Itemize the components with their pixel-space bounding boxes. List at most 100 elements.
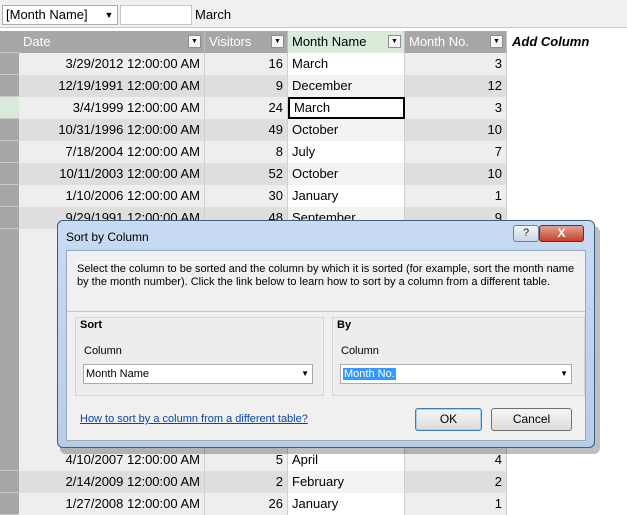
month-no-cell[interactable]: 3: [405, 97, 507, 119]
name-box[interactable]: [Month Name] ▼: [2, 5, 118, 25]
date-cell[interactable]: 3/4/1999 12:00:00 AM: [19, 97, 205, 119]
column-header-label: Date: [23, 34, 51, 49]
row-header[interactable]: [0, 207, 19, 229]
date-cell[interactable]: 10/11/2003 12:00:00 AM: [19, 163, 205, 185]
month-no-cell[interactable]: 10: [405, 163, 507, 185]
formula-bar-spacer: [120, 5, 192, 25]
dialog-title: Sort by Column: [66, 230, 149, 244]
month-name-cell[interactable]: March: [288, 53, 405, 75]
filter-dropdown-icon[interactable]: ▼: [188, 35, 201, 48]
month-name-cell[interactable]: October: [288, 119, 405, 141]
add-column-header[interactable]: Add Column: [507, 31, 627, 53]
table-row[interactable]: 1/27/2008 12:00:00 AM 26 January 1: [19, 493, 507, 515]
visitors-cell[interactable]: 9: [205, 75, 288, 97]
month-name-cell[interactable]: October: [288, 163, 405, 185]
sort-column-label: Column: [84, 345, 122, 357]
formula-input[interactable]: March: [192, 5, 625, 25]
month-name-cell[interactable]: January: [288, 493, 405, 515]
sort-by-column-dialog: Sort by Column ? X Select the column to …: [57, 220, 595, 448]
by-column-select[interactable]: Month No. ▼: [340, 364, 572, 384]
table-row[interactable]: 3/4/1999 12:00:00 AM 24 March 3: [19, 97, 507, 119]
month-no-cell[interactable]: 1: [405, 185, 507, 207]
visitors-cell[interactable]: 26: [205, 493, 288, 515]
month-no-cell[interactable]: 12: [405, 75, 507, 97]
table-row[interactable]: 10/11/2003 12:00:00 AM 52 October 10: [19, 163, 507, 185]
sort-panel-title: Sort: [80, 319, 102, 331]
help-icon[interactable]: ?: [513, 225, 539, 242]
column-header-label: Visitors: [209, 34, 252, 49]
month-no-cell[interactable]: 10: [405, 119, 507, 141]
filter-dropdown-icon[interactable]: ▼: [490, 35, 503, 48]
table-row[interactable]: 3/29/2012 12:00:00 AM 16 March 3: [19, 53, 507, 75]
month-name-cell[interactable]: January: [288, 185, 405, 207]
dialog-titlebar[interactable]: Sort by Column ? X: [58, 221, 594, 249]
cancel-button[interactable]: Cancel: [491, 408, 572, 431]
visitors-cell[interactable]: 8: [205, 141, 288, 163]
month-no-cell[interactable]: 3: [405, 53, 507, 75]
dialog-description: Select the column to be sorted and the c…: [77, 262, 577, 302]
month-no-cell[interactable]: 1: [405, 493, 507, 515]
dialog-body: Select the column to be sorted and the c…: [66, 250, 586, 441]
date-cell[interactable]: 3/29/2012 12:00:00 AM: [19, 53, 205, 75]
sort-panel: Sort Column Month Name ▼: [75, 317, 324, 396]
by-panel: By Column Month No. ▼: [332, 317, 585, 396]
row-header[interactable]: [0, 53, 19, 75]
row-header[interactable]: [0, 471, 19, 493]
column-header-month-name[interactable]: Month Name ▼: [288, 31, 405, 53]
month-name-cell[interactable]: July: [288, 141, 405, 163]
visitors-cell[interactable]: 24: [205, 97, 288, 119]
row-header[interactable]: [0, 97, 19, 119]
filter-dropdown-icon[interactable]: ▼: [388, 35, 401, 48]
dropdown-arrow-icon[interactable]: ▼: [560, 365, 568, 383]
visitors-cell[interactable]: 16: [205, 53, 288, 75]
sort-column-select[interactable]: Month Name ▼: [83, 364, 313, 384]
visitors-cell[interactable]: 49: [205, 119, 288, 141]
row-header[interactable]: [0, 119, 19, 141]
column-header-visitors[interactable]: Visitors ▼: [205, 31, 288, 53]
dropdown-arrow-icon[interactable]: ▼: [101, 6, 117, 24]
date-cell[interactable]: 12/19/1991 12:00:00 AM: [19, 75, 205, 97]
sort-column-value: Month Name: [86, 368, 149, 380]
active-month-name-cell[interactable]: March: [288, 97, 405, 119]
table-row[interactable]: 2/14/2009 12:00:00 AM 2 February 2: [19, 471, 507, 493]
date-cell[interactable]: 7/18/2004 12:00:00 AM: [19, 141, 205, 163]
select-all-corner[interactable]: [0, 31, 19, 53]
by-column-value: Month No.: [343, 368, 396, 380]
month-no-cell[interactable]: 7: [405, 141, 507, 163]
month-name-cell[interactable]: February: [288, 471, 405, 493]
row-header[interactable]: [0, 75, 19, 97]
close-icon[interactable]: X: [539, 225, 584, 242]
filter-dropdown-icon[interactable]: ▼: [271, 35, 284, 48]
row-header[interactable]: [0, 163, 19, 185]
date-cell[interactable]: 1/10/2006 12:00:00 AM: [19, 185, 205, 207]
row-header[interactable]: [0, 449, 19, 471]
visitors-cell[interactable]: 2: [205, 471, 288, 493]
ok-button[interactable]: OK: [415, 408, 482, 431]
row-header[interactable]: [0, 493, 19, 515]
by-panel-title: By: [337, 319, 352, 331]
row-header-column: [0, 229, 19, 449]
column-header-date[interactable]: Date ▼: [19, 31, 205, 53]
date-cell[interactable]: 10/31/1996 12:00:00 AM: [19, 119, 205, 141]
formula-bar: [Month Name] ▼ March: [0, 0, 627, 28]
divider: [67, 311, 585, 312]
table-row[interactable]: 10/31/1996 12:00:00 AM 49 October 10: [19, 119, 507, 141]
dropdown-arrow-icon[interactable]: ▼: [301, 365, 309, 383]
column-header-month-no[interactable]: Month No. ▼: [405, 31, 507, 53]
month-name-cell[interactable]: December: [288, 75, 405, 97]
name-box-value: [Month Name]: [6, 7, 88, 22]
date-cell[interactable]: 1/27/2008 12:00:00 AM: [19, 493, 205, 515]
table-row[interactable]: 1/10/2006 12:00:00 AM 30 January 1: [19, 185, 507, 207]
table-row[interactable]: 7/18/2004 12:00:00 AM 8 July 7: [19, 141, 507, 163]
by-column-label: Column: [341, 345, 379, 357]
column-header-label: Month Name: [292, 34, 367, 49]
row-header[interactable]: [0, 185, 19, 207]
month-no-cell[interactable]: 2: [405, 471, 507, 493]
date-cell[interactable]: 2/14/2009 12:00:00 AM: [19, 471, 205, 493]
visitors-cell[interactable]: 30: [205, 185, 288, 207]
row-header[interactable]: [0, 141, 19, 163]
table-row[interactable]: 12/19/1991 12:00:00 AM 9 December 12: [19, 75, 507, 97]
column-header-label: Month No.: [409, 34, 469, 49]
help-link[interactable]: How to sort by a column from a different…: [80, 413, 308, 425]
visitors-cell[interactable]: 52: [205, 163, 288, 185]
